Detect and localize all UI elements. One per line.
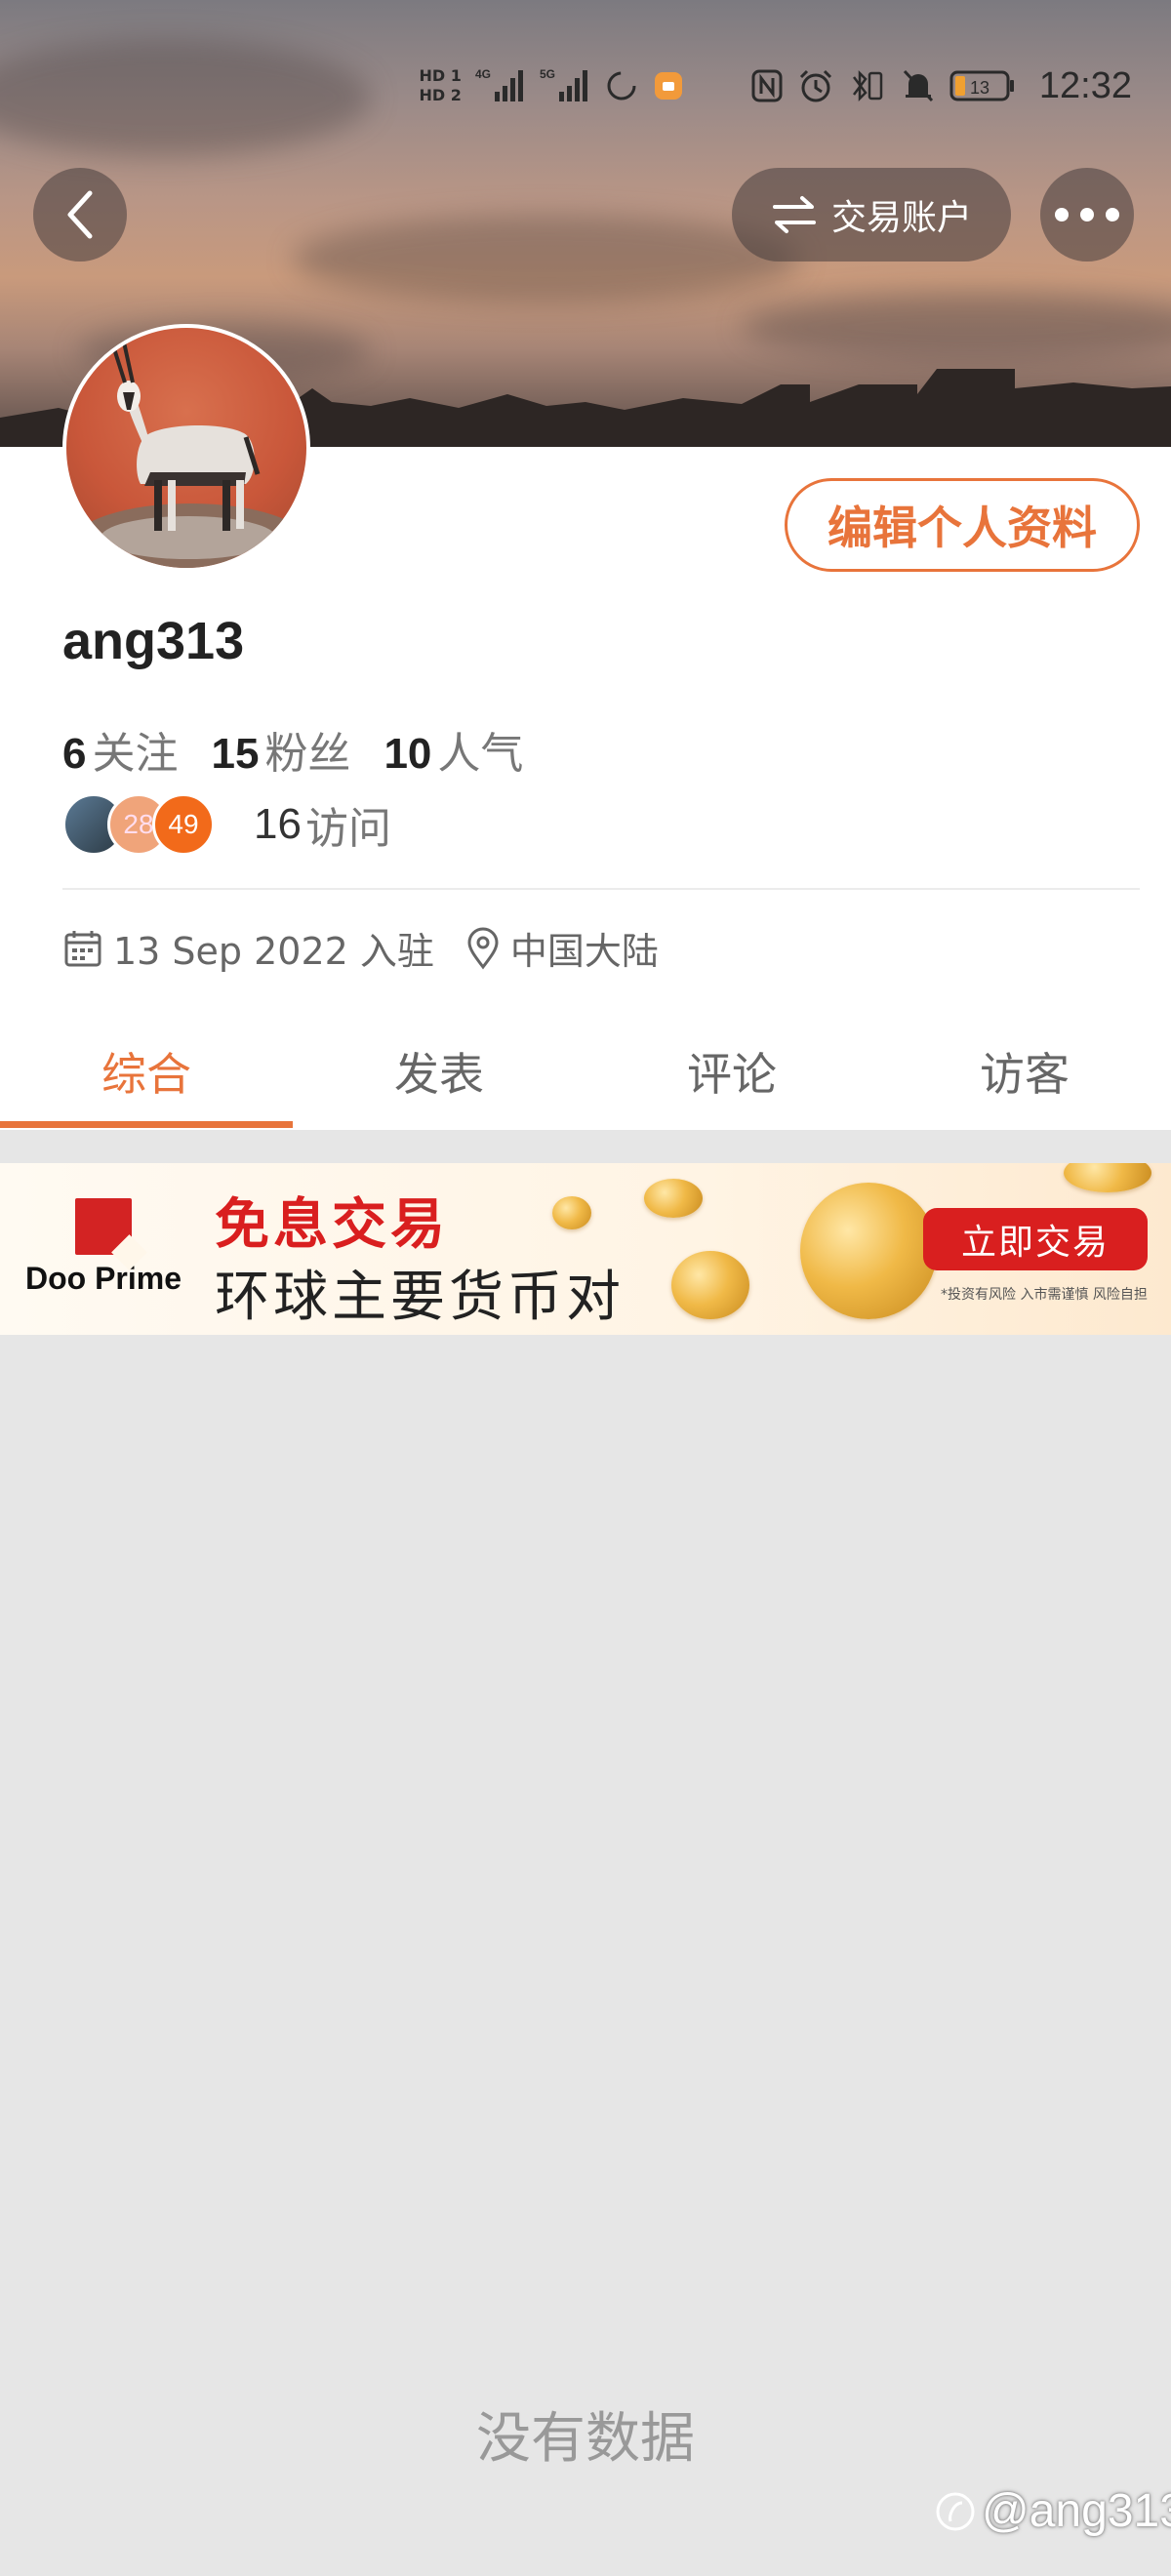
clock: 12:32 <box>1038 64 1132 106</box>
gold-coin-icon <box>800 1183 937 1319</box>
sim2-label: HD 2 <box>419 86 462 104</box>
stat-popularity-label: 人气 <box>437 729 524 779</box>
tab-visitors[interactable]: 访客 <box>878 1015 1171 1128</box>
trade-account-label: 交易账户 <box>830 198 972 238</box>
ad-banner[interactable]: Doo Prime 免息交易 环球主要货币对 立即交易 *投资有风险 入市需谨慎… <box>0 1163 1171 1335</box>
oryx-avatar-image <box>73 337 306 568</box>
app-notification-icon <box>653 70 684 101</box>
profile-meta: 13 Sep 2022 入驻 中国大陆 <box>62 921 678 975</box>
gold-coin-icon <box>671 1251 749 1319</box>
svg-text:13: 13 <box>970 78 989 98</box>
stat-popularity: 10 人气 <box>384 718 523 781</box>
stat-following-label: 关注 <box>92 729 179 779</box>
stat-followers[interactable]: 15 粉丝 <box>211 718 350 781</box>
ad-disclaimer: *投资有风险 入市需谨慎 风险自担 <box>941 1287 1148 1303</box>
tab-posts[interactable]: 发表 <box>293 1015 586 1128</box>
username: ang313 <box>62 612 245 670</box>
weibo-logo-icon <box>936 2492 975 2530</box>
ad-brand-logo: Doo Prime <box>21 1198 185 1297</box>
stat-popularity-count: 10 <box>384 730 432 778</box>
ad-title: 免息交易 <box>215 1193 449 1257</box>
tab-overview[interactable]: 综合 <box>0 1015 293 1128</box>
battery-icon: 13 <box>949 68 1016 103</box>
visit-count: 16 <box>254 800 302 848</box>
stat-following[interactable]: 6 关注 <box>62 718 178 781</box>
empty-state-text: 没有数据 <box>476 2407 695 2471</box>
sim-icons: HD 1 HD 2 <box>420 66 462 105</box>
ad-cta-button[interactable]: 立即交易 <box>923 1208 1148 1270</box>
user-avatar[interactable] <box>62 324 310 572</box>
recent-visitors[interactable]: 28 49 16 访问 <box>62 792 391 857</box>
watermark: @ang313 <box>933 2484 1171 2538</box>
svg-text:4G: 4G <box>475 67 491 81</box>
ad-brand-name: Doo Prime <box>24 1261 182 1296</box>
signal-5g-icon: 5G <box>540 66 590 105</box>
stat-followers-count: 15 <box>211 730 260 778</box>
mute-bell-icon <box>901 67 936 104</box>
alarm-icon <box>797 67 834 104</box>
swap-arrows-icon <box>772 196 816 233</box>
bluetooth-vibrate-icon <box>848 67 887 104</box>
profile-tabs: 综合 发表 评论 访客 <box>0 1015 1171 1128</box>
profile-stats: 6 关注 15 粉丝 10 人气 <box>62 718 523 781</box>
watermark-text: @ang313 <box>982 2485 1171 2537</box>
tab-comments[interactable]: 评论 <box>586 1015 878 1128</box>
gold-coin-icon <box>1064 1163 1151 1192</box>
calendar-icon <box>64 930 101 966</box>
visitor-avatar: 49 <box>152 793 215 856</box>
back-button[interactable] <box>33 168 127 262</box>
stat-followers-label: 粉丝 <box>264 729 351 779</box>
signal-4g-icon: 4G <box>475 66 526 105</box>
gold-coin-icon <box>644 1179 703 1218</box>
gold-coin-icon <box>552 1196 591 1229</box>
stat-following-count: 6 <box>62 730 87 778</box>
location-pin-icon <box>467 927 499 969</box>
ad-subtitle: 环球主要货币对 <box>215 1266 625 1329</box>
sync-icon <box>604 68 639 103</box>
more-dots-icon <box>1055 208 1119 221</box>
svg-text:5G: 5G <box>540 67 555 81</box>
join-date: 13 Sep 2022 入驻 <box>113 930 434 973</box>
doo-prime-logo-icon <box>75 1198 132 1255</box>
sim1-label: HD 1 <box>419 66 462 85</box>
edit-profile-button[interactable]: 编辑个人资料 <box>785 478 1140 572</box>
trade-account-button[interactable]: 交易账户 <box>732 168 1011 262</box>
more-options-button[interactable] <box>1040 168 1134 262</box>
visit-label: 访问 <box>304 804 391 854</box>
status-bar: HD 1 HD 2 4G 5G 13 12:32 <box>410 51 1132 121</box>
location: 中国大陆 <box>509 930 659 973</box>
divider <box>62 888 1140 890</box>
back-arrow-icon <box>67 190 93 239</box>
nfc-icon <box>750 68 784 103</box>
